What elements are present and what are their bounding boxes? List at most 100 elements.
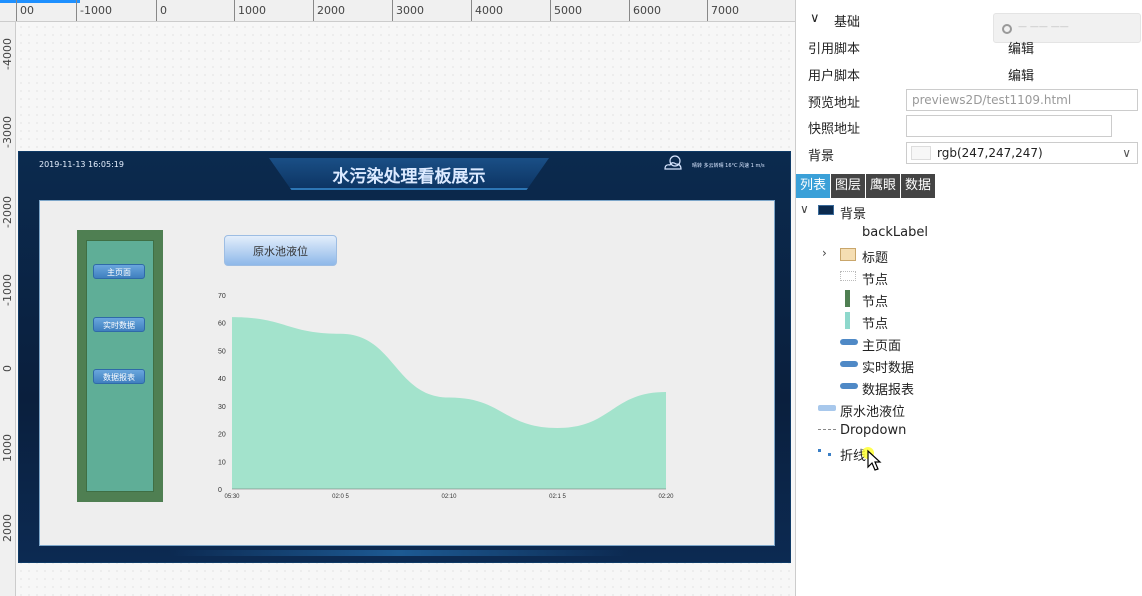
prop-row-preview-url: 预览地址 previews2D/test1109.html	[796, 87, 1142, 113]
tab-eagle-eye[interactable]: 鹰眼	[866, 174, 901, 198]
ruler-top-tick: 1000	[234, 0, 266, 21]
tree-node-label: 数据报表	[862, 383, 915, 398]
ruler-left-tick: 2000	[1, 514, 14, 542]
dashboard-footer-glow	[169, 550, 629, 556]
tree-node-label: 节点	[862, 317, 889, 332]
background-select[interactable]: rgb(247,247,247) ∨	[906, 142, 1138, 164]
tree-node-label: 节点	[862, 273, 889, 288]
tab-layers[interactable]: 图层	[831, 174, 866, 198]
snapshot-url-input[interactable]	[906, 115, 1112, 137]
button-icon	[840, 383, 858, 389]
prop-key: 预览地址	[808, 96, 861, 111]
ruler-left-tick: -2000	[1, 196, 14, 228]
y-tick-label: 30	[218, 404, 226, 411]
prop-row-user-script: 用户脚本 编辑	[796, 60, 1142, 86]
data-report-button[interactable]: 数据报表	[93, 369, 145, 384]
edit-user-script-link[interactable]: 编辑	[1008, 65, 1034, 84]
chevron-right-icon[interactable]: ›	[822, 246, 827, 260]
y-tick-label: 10	[218, 459, 226, 466]
ruler-left-tick: -4000	[1, 38, 14, 70]
ruler-left-tick: -3000	[1, 116, 14, 148]
wide-button-icon	[818, 405, 836, 411]
ruler-accent-bar	[0, 0, 80, 3]
dark-rect-icon	[818, 205, 834, 215]
tree-node-label: 节点	[862, 295, 889, 310]
tree-node-label: backLabel	[862, 225, 928, 240]
ruler-left-tick: -1000	[1, 274, 14, 306]
horizontal-ruler: 00 -1000 0 1000 2000 3000 4000 5000 6000…	[0, 0, 795, 22]
tooltip-text: — —— ——	[1018, 22, 1069, 32]
water-level-button[interactable]: 原水池液位	[224, 235, 337, 266]
dotted-rect-icon	[840, 271, 856, 281]
tree-node-label: 实时数据	[862, 361, 915, 376]
button-icon	[840, 339, 858, 345]
ruler-top-tick: 0	[156, 0, 167, 21]
prop-row-ref-script: 引用脚本 编辑	[796, 33, 1142, 59]
chevron-down-icon: ∨	[1122, 146, 1131, 160]
x-tick-label: 05:30	[224, 494, 240, 500]
weather-icon	[664, 155, 682, 170]
green-bar-icon	[845, 290, 850, 307]
chevron-down-icon: ∨	[810, 11, 820, 26]
edit-ref-script-link[interactable]: 编辑	[1008, 38, 1034, 57]
teal-bar-icon	[845, 312, 850, 329]
ruler-top-tick: 4000	[471, 0, 503, 21]
prop-key: 背景	[808, 149, 835, 164]
tree-node-label: 背景	[840, 207, 867, 222]
ruler-top-tick: -1000	[76, 0, 112, 21]
prop-key: 引用脚本	[808, 42, 861, 57]
y-tick-label: 60	[218, 321, 226, 328]
ruler-top-tick: 2000	[313, 0, 345, 21]
mouse-cursor-icon	[862, 447, 882, 471]
ruler-left-tick: 0	[1, 365, 14, 372]
tree-node-label: 原水池液位	[840, 405, 906, 420]
tree-node-label: Dropdown	[840, 423, 907, 438]
dashboard-title: 水污染处理看板展示	[332, 167, 486, 187]
nav-panel[interactable]: 主页面 实时数据 数据报表	[77, 230, 163, 502]
folder-icon	[840, 248, 856, 261]
y-tick-label: 50	[218, 348, 226, 355]
editor-canvas[interactable]: 00 -1000 0 1000 2000 3000 4000 5000 6000…	[0, 0, 795, 596]
ruler-top-tick: 5000	[550, 0, 582, 21]
ruler-left-tick: 1000	[1, 434, 14, 462]
ruler-top-tick: 6000	[629, 0, 661, 21]
y-tick-label: 40	[218, 376, 226, 383]
property-panel: ∨ 基础 — —— —— 引用脚本 编辑 用户脚本 编辑 预览地址 previe…	[795, 0, 1142, 596]
realtime-data-button[interactable]: 实时数据	[93, 317, 145, 332]
dashboard-timestamp: 2019-11-13 16:05:19	[39, 160, 124, 169]
x-tick-label: 02:0 5	[332, 494, 349, 500]
y-tick-label: 0	[218, 487, 222, 494]
ruler-top-tick: 7000	[707, 0, 739, 21]
line-icon	[818, 449, 831, 456]
x-tick-label: 02:20	[658, 494, 674, 500]
home-button[interactable]: 主页面	[93, 264, 145, 279]
panel-tabs: 列表 图层 鹰眼 数据	[796, 174, 936, 198]
preview-url-input[interactable]: previews2D/test1109.html	[906, 89, 1138, 111]
prop-key: 快照地址	[808, 122, 861, 137]
prop-row-background: 背景 rgb(247,247,247) ∨	[796, 140, 1142, 166]
area-chart[interactable]: 70 60 50 40 30 20 10 005:30 02:0 5 02:10 02:1 5 02:…	[216, 289, 686, 505]
background-value: rgb(247,247,247)	[937, 146, 1043, 160]
y-tick-label: 20	[218, 432, 226, 439]
ruler-top-tick: 00	[16, 0, 34, 21]
prop-row-snapshot-url: 快照地址	[796, 113, 1142, 139]
tree-node-label: 主页面	[862, 339, 902, 354]
vertical-ruler: -4000 -3000 -2000 -1000 0 1000 2000	[0, 22, 16, 596]
section-title: 基础	[834, 15, 861, 30]
chevron-down-icon[interactable]: ∨	[800, 202, 809, 216]
area-series	[232, 317, 666, 489]
dashboard-content: 主页面 实时数据 数据报表 原水池液位 70 60 50 40 30 20 10 0 05:30…	[39, 200, 775, 546]
button-icon	[840, 361, 858, 367]
y-tick-label: 70	[218, 293, 226, 300]
tab-list[interactable]: 列表	[796, 174, 831, 198]
tab-data[interactable]: 数据	[901, 174, 936, 198]
weather-info: 晴转 多云转晴 16°C 风速 1 m/s	[692, 163, 765, 169]
ruler-top-tick: 3000	[392, 0, 424, 21]
color-swatch	[911, 146, 931, 160]
x-tick-label: 02:10	[441, 494, 457, 500]
dashboard-preview[interactable]: 2019-11-13 16:05:19 水污染处理看板展示 晴转 多云转晴 16…	[18, 151, 791, 563]
prop-key: 用户脚本	[808, 69, 861, 84]
x-tick-label: 02:1 5	[549, 494, 566, 500]
tree-node-label: 标题	[862, 251, 889, 266]
dropdown-icon	[818, 429, 836, 432]
